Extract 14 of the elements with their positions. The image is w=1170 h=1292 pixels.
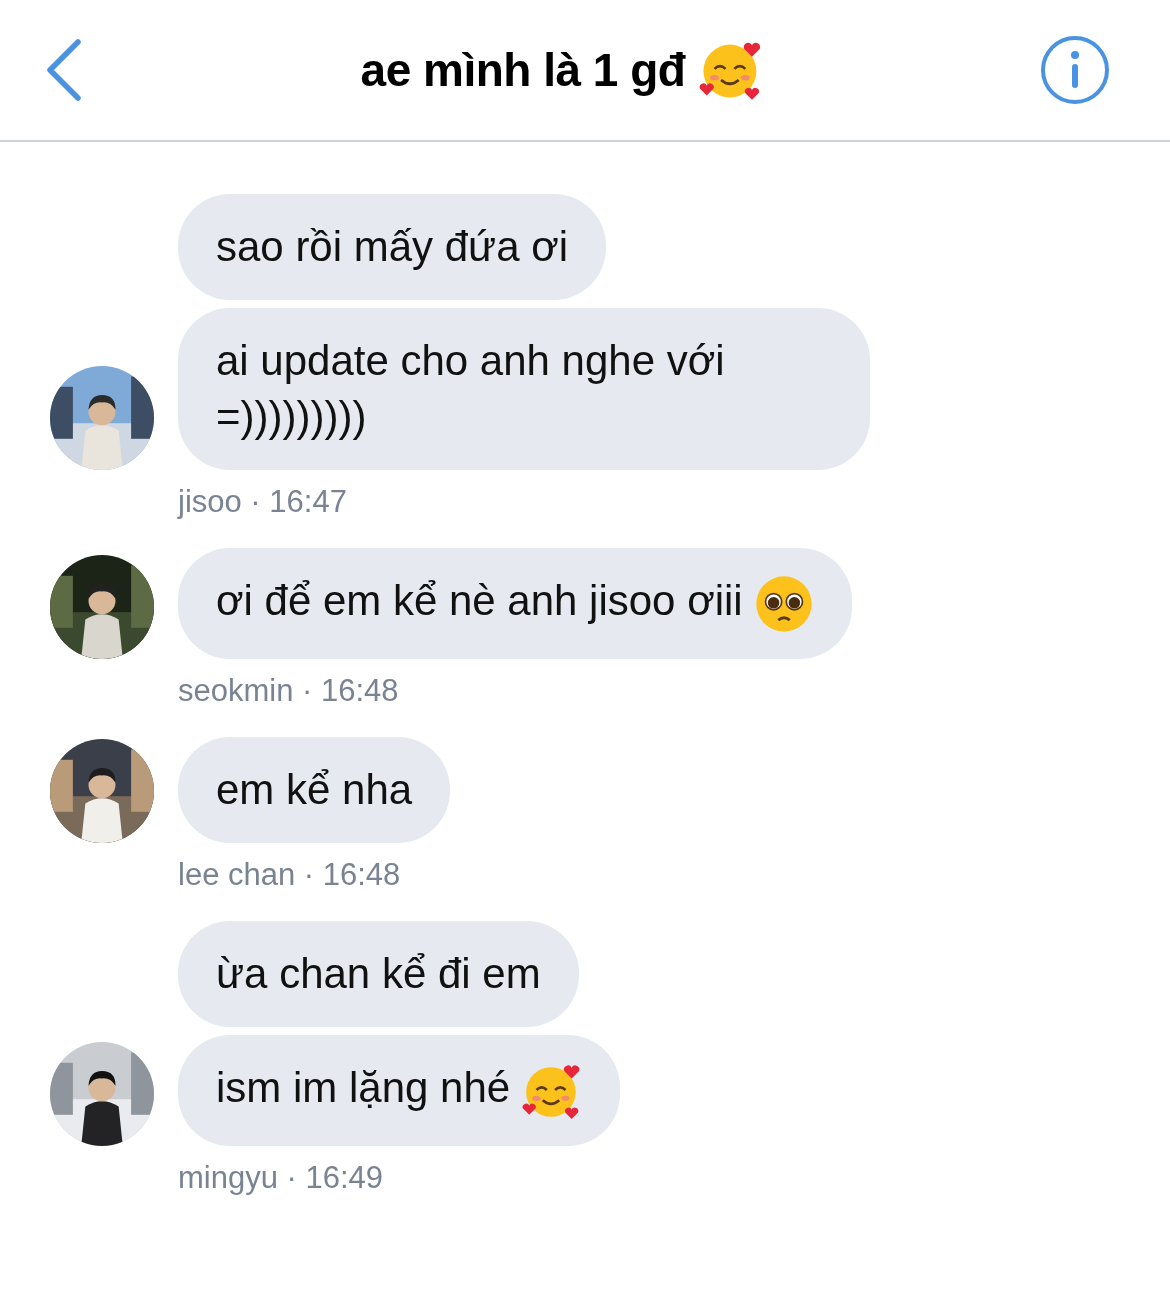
sender-time: seokmin · 16:48 xyxy=(178,672,399,709)
sender-time: mingyu · 16:49 xyxy=(178,1159,384,1196)
pleading-face-icon xyxy=(754,573,815,634)
info-icon[interactable] xyxy=(1040,35,1110,105)
chat-title: ae mình là 1 gđ xyxy=(360,43,686,97)
message-text: ừa chan kể đi em xyxy=(216,949,541,997)
sender-time: jisoo · 16:47 xyxy=(178,484,347,520)
message-text: ism im lặng nhé xyxy=(216,1063,511,1111)
message-text: ai update cho anh nghe với =))))))))) xyxy=(216,337,725,440)
message-text: ơi để em kể nè anh jisoo ơiii xyxy=(216,577,743,624)
back-icon[interactable] xyxy=(44,38,84,102)
message-text: sao rồi mấy đứa ơi xyxy=(216,223,569,270)
sender-time: lee chan · 16:48 xyxy=(178,856,401,893)
message-text: em kể nha xyxy=(216,765,413,813)
